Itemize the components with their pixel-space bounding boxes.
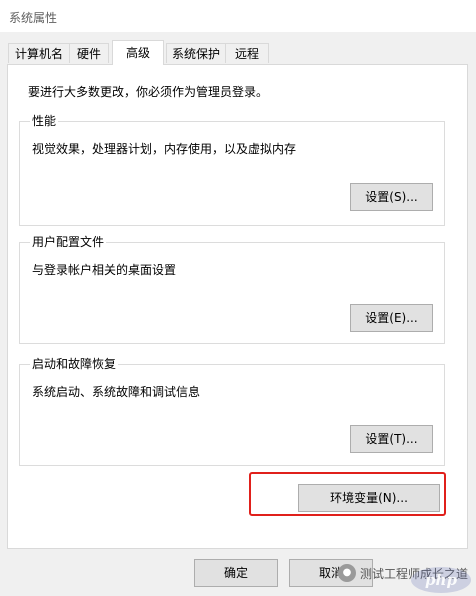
performance-group: 性能 视觉效果，处理器计划，内存使用，以及虚拟内存 设置(S)... — [19, 113, 445, 226]
user-profiles-description: 与登录帐户相关的桌面设置 — [32, 263, 177, 277]
startup-recovery-group-label: 启动和故障恢复 — [30, 356, 119, 372]
php-logo: php — [411, 567, 471, 593]
performance-description: 视觉效果，处理器计划，内存使用，以及虚拟内存 — [32, 142, 297, 156]
startup-recovery-settings-button[interactable]: 设置(T)... — [350, 425, 433, 453]
environment-variables-button[interactable]: 环境变量(N)... — [298, 484, 440, 512]
admin-notice: 要进行大多数更改，你必须作为管理员登录。 — [28, 85, 269, 99]
title-bar: 系统属性 — [0, 0, 476, 32]
performance-settings-button[interactable]: 设置(S)... — [350, 183, 433, 211]
tab-advanced[interactable]: 高级 — [112, 40, 164, 65]
tab-remote[interactable]: 远程 — [225, 43, 269, 63]
user-profiles-group: 用户配置文件 与登录帐户相关的桌面设置 设置(E)... — [19, 234, 445, 344]
ok-button[interactable]: 确定 — [194, 559, 278, 587]
startup-recovery-description: 系统启动、系统故障和调试信息 — [32, 385, 201, 399]
user-profiles-settings-button[interactable]: 设置(E)... — [350, 304, 433, 332]
startup-recovery-group: 启动和故障恢复 系统启动、系统故障和调试信息 设置(T)... — [19, 356, 445, 466]
window-title: 系统属性 — [9, 11, 58, 25]
tab-hardware[interactable]: 硬件 — [69, 43, 109, 63]
user-profiles-group-label: 用户配置文件 — [30, 234, 107, 250]
tab-computer-name[interactable]: 计算机名 — [8, 43, 70, 63]
tab-system-protection[interactable]: 系统保护 — [166, 43, 226, 63]
performance-group-label: 性能 — [30, 113, 59, 129]
wechat-icon: ● — [338, 564, 356, 582]
